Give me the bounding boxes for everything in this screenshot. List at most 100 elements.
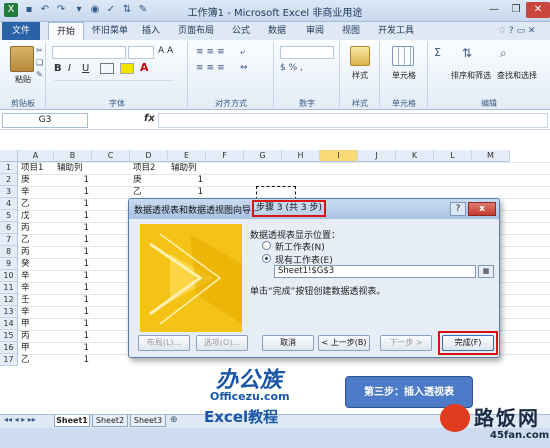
row-header[interactable]: 10 — [0, 270, 18, 282]
save-icon[interactable]: ▪ — [22, 3, 36, 17]
print-preview-icon[interactable]: ◉ — [88, 3, 102, 17]
cell[interactable]: 辛 — [21, 282, 51, 294]
row-header[interactable]: 3 — [0, 186, 18, 198]
row-header[interactable]: 5 — [0, 210, 18, 222]
number-format-select[interactable] — [280, 46, 334, 59]
row-header[interactable]: 11 — [0, 282, 18, 294]
sort-filter-label[interactable]: 排序和筛选 — [448, 70, 494, 81]
column-header[interactable]: C — [92, 150, 130, 162]
formula-input[interactable] — [158, 113, 548, 128]
column-header[interactable]: G — [244, 150, 282, 162]
row-header[interactable]: 9 — [0, 258, 18, 270]
cell[interactable]: 1 — [171, 174, 203, 186]
sheet-tab-3[interactable]: Sheet3 — [130, 415, 166, 427]
cell[interactable]: 庚 — [21, 174, 51, 186]
cell[interactable]: 乙 — [21, 354, 51, 366]
column-header[interactable]: D — [130, 150, 168, 162]
row-header[interactable]: 13 — [0, 306, 18, 318]
format-painter-icon[interactable]: ✎ — [136, 3, 150, 17]
cell[interactable]: 1 — [57, 342, 89, 354]
cell[interactable]: 1 — [57, 318, 89, 330]
column-header[interactable]: A — [18, 150, 54, 162]
styles-icon[interactable] — [350, 46, 370, 66]
layout-button[interactable]: 布局(L)... — [138, 335, 190, 351]
insert-sheet-icon[interactable]: ⊕ — [170, 415, 178, 425]
row-header[interactable]: 6 — [0, 222, 18, 234]
cell[interactable]: 甲 — [21, 342, 51, 354]
row-header[interactable]: 14 — [0, 318, 18, 330]
row-header[interactable]: 15 — [0, 330, 18, 342]
tab-formulas[interactable]: 公式 — [226, 22, 256, 40]
column-header[interactable]: K — [396, 150, 434, 162]
row-header[interactable]: 12 — [0, 294, 18, 306]
sort-filter-icon[interactable]: ⇅ — [462, 46, 472, 60]
cell[interactable]: 1 — [57, 210, 89, 222]
cell[interactable]: 1 — [57, 330, 89, 342]
cells-icon[interactable] — [392, 46, 414, 66]
column-header[interactable]: L — [434, 150, 472, 162]
cell[interactable]: 丙 — [21, 222, 51, 234]
font-grow-icon[interactable]: A A — [158, 46, 173, 56]
wrap-text-icon[interactable]: ⤶ — [240, 47, 245, 57]
restore-icon[interactable]: ❐ — [504, 2, 528, 18]
finish-button[interactable]: 完成(F) — [442, 335, 494, 351]
currency-percent-icons[interactable]: $ % , — [280, 63, 303, 73]
redo-icon[interactable]: ↷ — [54, 3, 68, 17]
cell[interactable]: 1 — [57, 234, 89, 246]
find-select-label[interactable]: 查找和选择 — [494, 70, 540, 81]
format-painter-icon[interactable]: ✎ — [36, 70, 43, 79]
cell[interactable]: 1 — [57, 258, 89, 270]
column-header[interactable]: I — [320, 150, 358, 162]
column-header[interactable]: M — [472, 150, 510, 162]
row-header[interactable]: 16 — [0, 342, 18, 354]
tab-review[interactable]: 审阅 — [300, 22, 330, 40]
cell[interactable]: 1 — [57, 198, 89, 210]
cell[interactable]: 乙 — [133, 186, 165, 198]
column-header[interactable]: J — [358, 150, 396, 162]
sum-icon[interactable]: Σ — [434, 46, 441, 59]
spelling-icon[interactable]: ✓ — [104, 3, 118, 17]
cell[interactable]: 项目1 — [21, 162, 51, 174]
cell[interactable]: 1 — [57, 186, 89, 198]
align-top-icons[interactable]: ≡≡≡ — [196, 47, 228, 57]
tab-home[interactable]: 开始 — [48, 22, 84, 41]
close-icon[interactable]: ✕ — [526, 2, 550, 18]
cell[interactable]: 1 — [57, 354, 89, 366]
options-button[interactable]: 选项(O)... — [196, 335, 248, 351]
cell[interactable]: 壬 — [21, 294, 51, 306]
cancel-button[interactable]: 取消 — [262, 335, 314, 351]
borders-icon[interactable] — [100, 63, 114, 74]
cell[interactable]: 1 — [57, 294, 89, 306]
merge-icon[interactable]: ⇔ — [240, 63, 248, 73]
row-header[interactable]: 8 — [0, 246, 18, 258]
sheet-tab-1[interactable]: Sheet1 — [54, 415, 90, 427]
cell[interactable]: 辅助列 — [171, 162, 221, 174]
row-header[interactable]: 1 — [0, 162, 18, 174]
dialog-help-icon[interactable]: ? — [450, 202, 466, 216]
radio-new-worksheet[interactable] — [262, 241, 271, 250]
row-header[interactable]: 7 — [0, 234, 18, 246]
cell[interactable]: 癸 — [21, 258, 51, 270]
bold-icon[interactable]: B — [54, 63, 62, 74]
tab-data[interactable]: 数据 — [262, 22, 292, 40]
select-all-corner[interactable] — [0, 150, 18, 162]
cell[interactable]: 辅助列 — [57, 162, 107, 174]
cell[interactable]: 辛 — [21, 186, 51, 198]
copy-icon[interactable]: ❏ — [36, 58, 43, 67]
tab-view[interactable]: 视图 — [336, 22, 366, 40]
tab-classic-menu[interactable]: 怀旧菜单 — [88, 22, 132, 40]
font-name-select[interactable] — [52, 46, 126, 59]
back-button[interactable]: < 上一步(B) — [318, 335, 370, 351]
column-header[interactable]: F — [206, 150, 244, 162]
cell[interactable]: 辛 — [21, 270, 51, 282]
name-box[interactable]: G3 — [2, 113, 88, 128]
cell[interactable]: 辛 — [21, 306, 51, 318]
tab-page-layout[interactable]: 页面布局 — [172, 22, 220, 40]
cell[interactable]: 1 — [57, 306, 89, 318]
row-header[interactable]: 17 — [0, 354, 18, 366]
sort-icon[interactable]: ⇅ — [120, 3, 134, 17]
cell[interactable]: 项目2 — [133, 162, 165, 174]
column-header[interactable]: B — [54, 150, 92, 162]
cut-icon[interactable]: ✂ — [36, 46, 43, 55]
location-input[interactable]: Sheet1!$G$3 — [274, 265, 476, 278]
